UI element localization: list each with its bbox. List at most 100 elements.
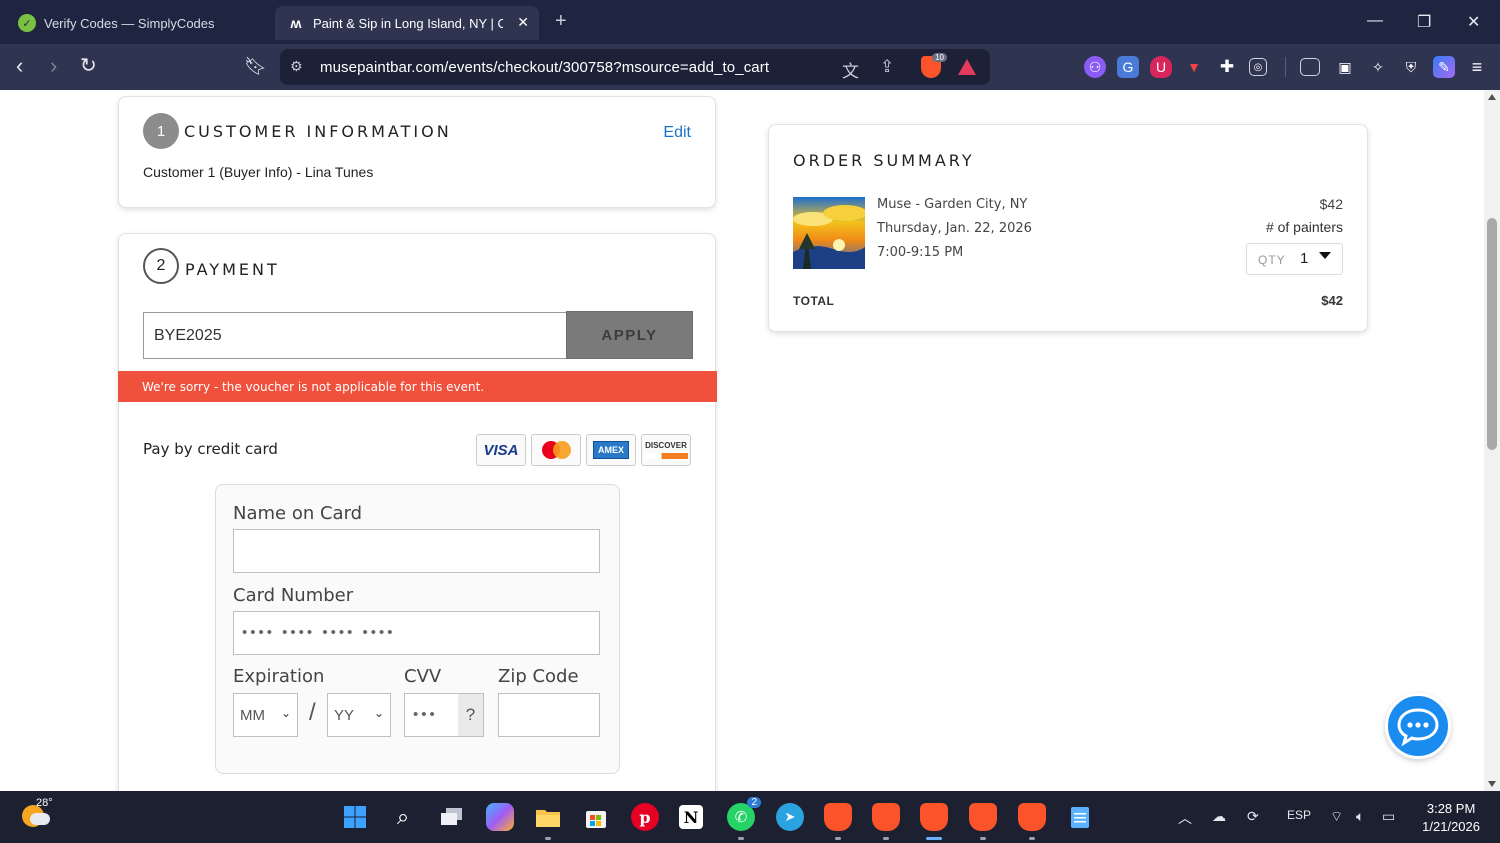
qty-value: 1 — [1300, 250, 1309, 267]
customer-summary: Customer 1 (Buyer Info) - Lina Tunes — [143, 164, 374, 180]
visa-logo-icon: VISA — [476, 434, 526, 466]
section-title: PAYMENT — [185, 260, 280, 279]
new-tab-button[interactable]: + — [555, 10, 567, 33]
copilot-icon[interactable] — [486, 803, 514, 831]
ublock-icon[interactable]: U — [1150, 56, 1172, 78]
apply-button[interactable]: APPLY — [566, 311, 693, 359]
scroll-thumb[interactable] — [1487, 218, 1497, 450]
event-date: Thursday, Jan. 22, 2026 — [877, 221, 1032, 236]
section-title: ORDER SUMMARY — [793, 151, 975, 170]
name-on-card-input[interactable] — [233, 529, 600, 573]
brave-shields-icon[interactable]: 10 — [921, 53, 947, 78]
site-settings-icon[interactable]: ⚙ — [290, 58, 303, 75]
telegram-icon[interactable]: ➤ — [776, 803, 804, 831]
search-icon[interactable]: ⌕ — [389, 803, 417, 831]
name-on-card-label: Name on Card — [233, 503, 363, 524]
windows-start-icon[interactable] — [341, 803, 369, 831]
quantity-select[interactable]: QTY 1 — [1246, 243, 1343, 275]
scroll-up-arrow-icon[interactable] — [1488, 94, 1496, 100]
translate-icon[interactable]: 文 — [842, 57, 859, 82]
cvv-help-button[interactable]: ? — [458, 693, 484, 737]
clock-time: 3:28 PM — [1426, 801, 1476, 816]
close-window-icon[interactable]: ✕ — [1467, 12, 1480, 32]
card-number-input[interactable]: •••• •••• •••• •••• — [233, 611, 600, 655]
share-icon[interactable]: ⇪ — [880, 57, 894, 77]
year-value: YY — [334, 706, 355, 724]
leo-ai-icon[interactable]: ✧ — [1367, 56, 1389, 78]
back-icon[interactable]: ‹ — [16, 54, 23, 78]
clock-date: 1/21/2026 — [1422, 819, 1480, 834]
pinterest-icon[interactable]: p — [631, 803, 659, 831]
discover-logo-icon: DISCOVER — [641, 434, 691, 466]
step-number: 2 — [143, 248, 179, 284]
shield-count: 10 — [932, 53, 947, 62]
wifi-icon[interactable]: ⌔ — [1330, 808, 1343, 826]
simplycodes-icon: ✓ — [18, 14, 36, 32]
brave-profile-purple-icon[interactable] — [1018, 803, 1046, 831]
language-indicator[interactable]: ESP — [1287, 808, 1311, 822]
cloud-offline-icon[interactable]: ☁ — [1212, 808, 1226, 825]
month-value: MM — [240, 706, 265, 724]
event-painting-thumbnail — [793, 197, 865, 269]
show-hidden-icons-icon[interactable]: ︿ — [1178, 808, 1192, 828]
address-bar[interactable]: ⚙ musepaintbar.com/events/checkout/30075… — [280, 49, 990, 85]
extension-purple-icon[interactable]: ⚇ — [1084, 56, 1106, 78]
forward-icon[interactable]: › — [50, 54, 57, 78]
cvv-label: CVV — [404, 666, 442, 687]
minimize-icon[interactable]: — — [1367, 12, 1383, 30]
wallet-icon[interactable]: ▣ — [1334, 56, 1356, 78]
translate-extension-icon[interactable]: G — [1117, 56, 1139, 78]
card-number-label: Card Number — [233, 585, 354, 606]
reader-mode-icon[interactable]: ◎ — [1249, 58, 1267, 76]
restore-icon[interactable]: ❐ — [1417, 12, 1431, 32]
chat-button[interactable] — [1385, 693, 1451, 759]
edit-link[interactable]: Edit — [663, 124, 691, 142]
brave-profile-green-icon[interactable] — [969, 803, 997, 831]
brave-active-profile-icon[interactable] — [920, 803, 948, 831]
simplycodes-extension-icon[interactable]: ▼ — [1183, 56, 1205, 78]
voucher-input[interactable]: BYE2025 — [143, 312, 567, 359]
close-tab-icon[interactable]: ✕ — [517, 14, 529, 31]
zip-code-input[interactable] — [498, 693, 600, 737]
mastercard-logo-icon — [531, 434, 581, 466]
event-time: 7:00-9:15 PM — [877, 245, 964, 260]
tab-label: Paint & Sip in Long Island, NY | C — [313, 15, 503, 31]
ticket-price: $42 — [1319, 196, 1343, 212]
battery-icon[interactable]: ▭ — [1382, 808, 1395, 825]
pay-by-card-label: Pay by credit card — [143, 440, 278, 458]
vpn-shield-icon[interactable]: ⛨ — [1400, 56, 1422, 78]
tab-verify-codes[interactable]: ✓ Verify Codes — SimplyCodes — [8, 6, 270, 40]
profile-icon[interactable]: ✎ — [1433, 56, 1455, 78]
notion-icon[interactable]: N — [679, 805, 703, 829]
microsoft-store-icon[interactable] — [582, 803, 610, 831]
url-text[interactable]: musepaintbar.com/events/checkout/300758?… — [320, 59, 769, 76]
scroll-down-arrow-icon[interactable] — [1488, 781, 1496, 787]
page-scrollbar[interactable] — [1484, 90, 1500, 791]
system-clock[interactable]: 3:28 PM 1/21/2026 — [1422, 800, 1480, 836]
tab-paint-and-sip[interactable]: ʍ Paint & Sip in Long Island, NY | C ✕ — [275, 6, 539, 40]
reload-icon[interactable]: ↻ — [80, 54, 97, 78]
task-view-icon[interactable] — [438, 803, 466, 831]
temperature: 28° — [36, 797, 53, 809]
sync-icon[interactable]: ⟳ — [1247, 808, 1259, 825]
brave-profile-icon[interactable] — [872, 803, 900, 831]
brave-browser-icon[interactable] — [824, 803, 852, 831]
month-select[interactable]: MM ⌄ — [233, 693, 298, 737]
notepad-icon[interactable] — [1066, 803, 1094, 831]
extensions-puzzle-icon[interactable]: ✚ — [1216, 56, 1238, 78]
muse-logo-icon: ʍ — [290, 15, 302, 31]
year-select[interactable]: YY ⌄ — [327, 693, 391, 737]
file-explorer-icon[interactable] — [534, 803, 562, 831]
volume-icon[interactable]: 🔈︎ — [1356, 808, 1364, 825]
checkout-page: 1 CUSTOMER INFORMATION Edit Customer 1 (… — [0, 90, 1484, 791]
menu-icon[interactable]: ≡ — [1466, 56, 1488, 78]
brave-rewards-icon[interactable] — [958, 59, 976, 75]
card-number-placeholder: •••• •••• •••• •••• — [242, 624, 396, 641]
weather-widget[interactable]: 28° — [22, 797, 53, 827]
chevron-down-icon: ⌄ — [373, 706, 384, 720]
sidebar-icon[interactable] — [1300, 58, 1320, 76]
whatsapp-badge: 2 — [747, 797, 761, 808]
cvv-input[interactable]: ••• — [404, 693, 459, 737]
bookmark-icon[interactable]: 🔖︎ — [244, 54, 267, 78]
whatsapp-icon[interactable]: ✆ 2 — [727, 797, 761, 831]
